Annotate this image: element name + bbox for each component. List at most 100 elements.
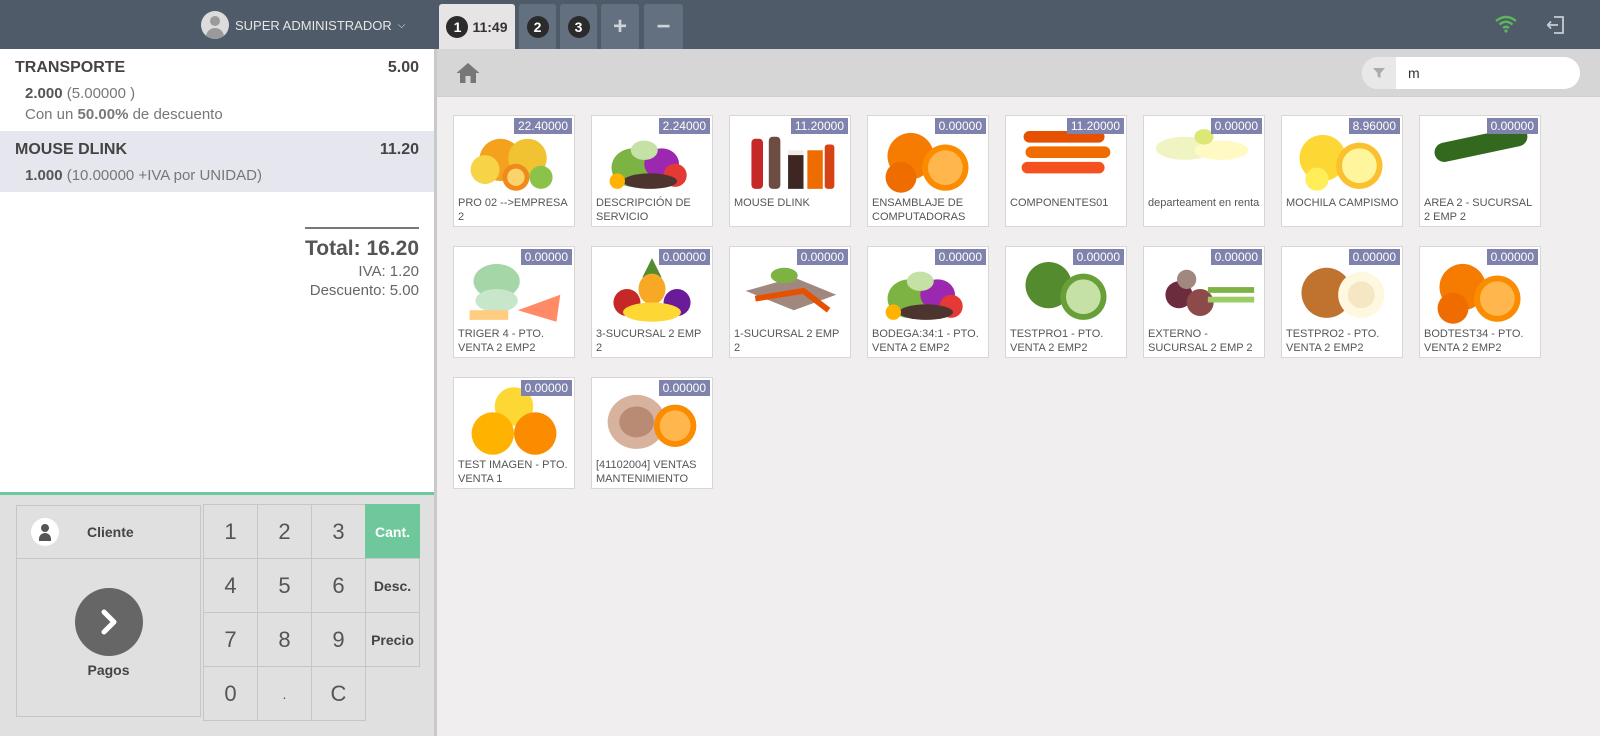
product-price: 0.00000 <box>796 249 848 265</box>
numpad-key-5[interactable]: 5 <box>257 558 312 613</box>
product-card[interactable]: 0.00000 3-SUCURSAL 2 EMP 2 <box>591 246 713 358</box>
user-menu[interactable]: SUPER ADMINISTRADOR ⌵ <box>201 11 405 39</box>
remove-order-button[interactable]: − <box>644 4 683 49</box>
product-name: TRIGER 4 - PTO. VENTA 2 EMP2 <box>458 328 544 354</box>
product-name: 1-SUCURSAL 2 EMP 2 <box>734 328 840 354</box>
numpad-key-6[interactable]: 6 <box>311 558 366 613</box>
mode-discount-button[interactable]: Desc. <box>365 558 420 613</box>
order-line-unit: (10.00000 +IVA por UNIDAD) <box>66 167 262 184</box>
discount-suffix: de descuento <box>132 106 223 123</box>
product-card[interactable]: 0.00000 TRIGER 4 - PTO. VENTA 2 EMP2 <box>453 246 575 358</box>
order-panel: TRANSPORTE 5.00 2.000 (5.00000 ) Con un … <box>0 49 437 736</box>
order-number: 1 <box>446 15 469 38</box>
order-number: 3 <box>567 15 590 38</box>
order-line-name: TRANSPORTE <box>15 59 126 76</box>
payment-button[interactable]: Pagos <box>16 559 201 717</box>
product-name: BODTEST34 - PTO. VENTA 2 EMP2 <box>1424 328 1524 354</box>
top-bar: SUPER ADMINISTRADOR ⌵ 1 11:49 2 3 + − <box>0 0 1600 49</box>
product-price: 8.96000 <box>1348 118 1400 134</box>
product-name: departeament en renta <box>1148 197 1260 209</box>
product-card[interactable]: 0.00000 TESTPRO2 - PTO. VENTA 2 EMP2 <box>1281 246 1403 358</box>
product-card[interactable]: 0.00000 TEST IMAGEN - PTO. VENTA 1 <box>453 377 575 489</box>
product-name: ENSAMBLAJE DE COMPUTADORAS <box>872 197 966 223</box>
order-summary: Total: 16.20 IVA: 1.20 Descuento: 5.00 <box>305 227 419 299</box>
order-line-info: 2.000 (5.00000 ) <box>15 85 419 102</box>
order-line[interactable]: TRANSPORTE 5.00 2.000 (5.00000 ) Con un … <box>0 49 434 131</box>
order-total: Total: 16.20 <box>305 237 419 260</box>
product-name: TESTPRO1 - PTO. VENTA 2 EMP2 <box>1010 328 1104 354</box>
minus-icon: − <box>656 12 671 40</box>
numpad-key-clear[interactable]: C <box>311 666 366 721</box>
product-card[interactable]: 0.00000 AREA 2 - SUCURSAL 2 EMP 2 <box>1419 115 1541 227</box>
product-grid: 22.40000 PRO 02 -->EMPRESA 2 2.24000 DESCRI… <box>453 115 1593 489</box>
product-card[interactable]: 11.20000 MOUSE DLINK <box>729 115 851 227</box>
order-time: 11:49 <box>472 18 508 35</box>
product-name: [41102004] VENTAS MANTENIMIENTO <box>596 459 697 485</box>
plus-icon: + <box>612 12 627 40</box>
numpad-key-0[interactable]: 0 <box>203 666 258 721</box>
product-price: 22.40000 <box>513 118 572 134</box>
product-card[interactable]: 0.00000 TESTPRO1 - PTO. VENTA 2 EMP2 <box>1005 246 1127 358</box>
product-price: 2.24000 <box>658 118 710 134</box>
product-price: 0.00000 <box>520 380 572 396</box>
product-name: 3-SUCURSAL 2 EMP 2 <box>596 328 702 354</box>
numpad-key-9[interactable]: 9 <box>311 612 366 667</box>
product-card[interactable]: 0.00000 BODEGA:34:1 - PTO. VENTA 2 EMP2 <box>867 246 989 358</box>
product-name: TESTPRO2 - PTO. VENTA 2 EMP2 <box>1286 328 1380 354</box>
numpad-key-2[interactable]: 2 <box>257 504 312 559</box>
product-card[interactable]: 0.00000 ENSAMBLAJE DE COMPUTADORAS <box>867 115 989 227</box>
chevron-down-icon: ⌵ <box>397 19 406 31</box>
product-price: 0.00000 <box>934 118 986 134</box>
order-tax: IVA: 1.20 <box>358 263 419 280</box>
search-input[interactable] <box>1396 58 1566 88</box>
product-card[interactable]: 0.00000 BODTEST34 - PTO. VENTA 2 EMP2 <box>1419 246 1541 358</box>
product-price: 0.00000 <box>520 249 572 265</box>
product-price: 0.00000 <box>1486 118 1538 134</box>
order-tab-1[interactable]: 1 11:49 <box>439 4 515 49</box>
product-card[interactable]: 0.00000 EXTERNO - SUCURSAL 2 EMP 2 <box>1143 246 1265 358</box>
add-order-button[interactable]: + <box>601 4 639 49</box>
order-tab-3[interactable]: 3 <box>560 4 597 49</box>
order-line-discount: Con un 50.00% de descuento <box>15 106 419 123</box>
filter-icon[interactable] <box>1362 57 1396 89</box>
customer-label: Cliente <box>87 524 134 540</box>
product-name: PRO 02 -->EMPRESA 2 <box>458 197 568 223</box>
avatar <box>201 11 229 39</box>
product-card[interactable]: 8.96000 MOCHILA CAMPISMO <box>1281 115 1403 227</box>
payment-label: Pagos <box>87 662 130 678</box>
mode-price-button[interactable]: Precio <box>365 612 420 667</box>
numpad-key-8[interactable]: 8 <box>257 612 312 667</box>
discount-prefix: Con un <box>25 106 74 123</box>
numpad-key-7[interactable]: 7 <box>203 612 258 667</box>
action-pad: Cliente Pagos 1 2 3 Cant. 4 5 6 Desc. 7 … <box>0 492 434 736</box>
order-tab-2[interactable]: 2 <box>519 4 556 49</box>
product-card[interactable]: 0.00000 departeament en renta <box>1143 115 1265 227</box>
order-number: 2 <box>526 15 549 38</box>
user-icon <box>31 518 59 546</box>
discount-percent: 50.00% <box>77 106 129 123</box>
logout-icon[interactable] <box>1546 15 1566 35</box>
order-line[interactable]: MOUSE DLINK 11.20 1.000 (10.00000 +IVA p… <box>0 131 434 192</box>
customer-button[interactable]: Cliente <box>16 505 201 559</box>
product-name: AREA 2 - SUCURSAL 2 EMP 2 <box>1424 197 1532 223</box>
numpad-key-4[interactable]: 4 <box>203 558 258 613</box>
numpad-spacer <box>365 666 420 721</box>
numpad-key-dot[interactable]: . <box>257 666 312 721</box>
order-line-name: MOUSE DLINK <box>15 141 127 158</box>
product-price: 11.20000 <box>1066 118 1124 134</box>
product-card[interactable]: 0.00000 [41102004] VENTAS MANTENIMIENTO <box>591 377 713 489</box>
numpad-key-3[interactable]: 3 <box>311 504 366 559</box>
product-card[interactable]: 11.20000 COMPONENTES01 <box>1005 115 1127 227</box>
search-box <box>1362 57 1580 89</box>
mode-quantity-button[interactable]: Cant. <box>365 504 420 559</box>
product-card[interactable]: 22.40000 PRO 02 -->EMPRESA 2 <box>453 115 575 227</box>
product-name: COMPONENTES01 <box>1010 197 1109 209</box>
product-card[interactable]: 0.00000 1-SUCURSAL 2 EMP 2 <box>729 246 851 358</box>
order-line-unit: (5.00000 ) <box>66 85 136 102</box>
numpad-key-1[interactable]: 1 <box>203 504 258 559</box>
order-line-price: 5.00 <box>387 59 419 76</box>
product-card[interactable]: 2.24000 DESCRIPCIÓN DE SERVICIO <box>591 115 713 227</box>
home-icon[interactable] <box>455 61 481 85</box>
order-discount: Descuento: 5.00 <box>309 282 419 299</box>
product-price: 0.00000 <box>1072 249 1124 265</box>
